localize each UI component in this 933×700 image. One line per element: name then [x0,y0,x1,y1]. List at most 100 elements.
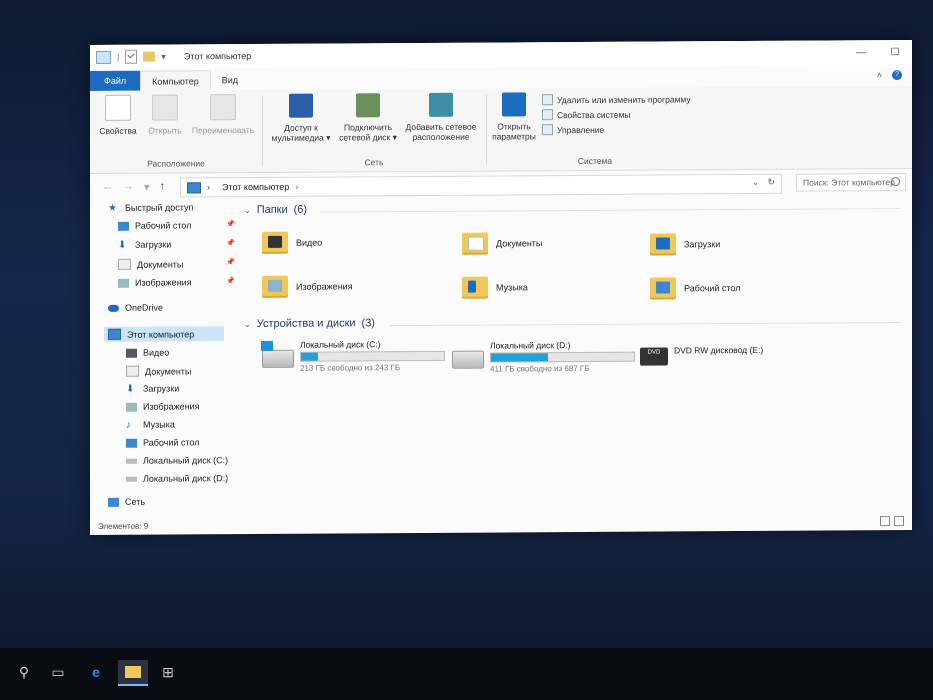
drives-section-header[interactable]: ⌄ Устройства и диски (3) [244,317,375,330]
breadcrumb-chevron-icon[interactable]: › [207,182,210,192]
computer-icon [108,328,121,340]
recent-dropdown-icon[interactable]: ▾ [144,181,150,194]
system-group-label: Система [577,155,613,167]
download-icon: ⬇ [118,239,127,251]
drive-c[interactable]: Локальный диск (C:) 213 ГБ свободно из 2… [261,339,445,373]
back-icon[interactable]: ← [102,181,113,194]
folder-videos[interactable]: Видео [262,231,322,254]
properties-icon [105,94,131,121]
large-icons-view-icon[interactable] [894,516,904,527]
breadcrumb-chevron-icon[interactable]: › [295,182,298,192]
maximize-button[interactable]: ☐ [878,40,912,64]
videos-icon [126,348,137,358]
explorer-window: | ▾ Этот компьютер — ☐ Файл Компьютер Ви… [90,39,912,535]
quick-access-toolbar: | ▾ [96,49,166,64]
drive-d[interactable]: Локальный диск (D:) 411 ГБ свободно из 6… [452,340,635,374]
nav-onedrive[interactable]: OneDrive [108,303,163,313]
nav-quick-downloads[interactable]: ⬇ Загрузки [118,239,171,251]
nav-pc-desktop[interactable]: Рабочий стол [126,437,200,448]
details-view-icon[interactable] [880,516,890,527]
open-button[interactable]: Открыть [144,94,186,136]
breadcrumb-this-pc[interactable]: Этот компьютер [222,182,289,192]
collapse-ribbon-icon[interactable]: ˄ [877,70,882,80]
forward-icon[interactable]: → [123,181,134,194]
new-folder-qat-icon[interactable] [143,51,156,62]
manage-button[interactable]: Управление [542,124,604,136]
nav-pc-pictures[interactable]: Изображения [126,401,200,412]
pin-icon[interactable]: 📌 [226,239,235,247]
store-icon[interactable]: ⊞ [157,660,179,684]
navigation-pane: ★ Быстрый доступ Рабочий стол 📌 ⬇ Загруз… [104,202,244,523]
nav-quick-documents[interactable]: Документы [118,258,183,270]
pictures-icon [118,278,129,288]
system-properties-icon [542,109,553,121]
windows-logo-icon [261,340,273,351]
task-view-icon[interactable]: ▭ [48,660,68,684]
drive-c-usage-bar [300,350,445,362]
documents-icon [126,365,139,377]
folders-section-header[interactable]: ⌄ Папки (6) [244,204,307,216]
tab-computer[interactable]: Компьютер [140,70,211,91]
open-settings-button[interactable]: Открыть параметры [490,92,538,142]
nav-pc-music[interactable]: ♪ Музыка [126,419,175,430]
minimize-button[interactable]: — [844,40,878,64]
folder-music[interactable]: Музыка [462,276,528,299]
refresh-icon[interactable]: ↻ [767,177,775,188]
folder-pictures[interactable]: Изображения [262,275,353,298]
media-access-button[interactable]: Доступ к мультимедиа ▾ [266,93,336,143]
network-drive-icon [356,93,380,118]
folder-icon [125,666,141,678]
map-drive-button[interactable]: Подключить сетевой диск ▾ [336,93,400,142]
address-dropdown-icon[interactable]: ⌄ [752,177,760,188]
pin-icon[interactable]: 📌 [226,220,235,228]
videos-folder-icon [262,231,288,254]
qat-dropdown-icon[interactable]: ▾ [161,51,166,62]
computer-icon [187,181,201,193]
add-network-location-button[interactable]: Добавить сетевое расположение [402,92,480,142]
edge-icon[interactable]: e [85,660,107,684]
content-pane: ⌄ Папки (6) Видео Документы Загрузки Изо… [240,196,908,520]
desktop-icon [126,438,137,448]
properties-qat-icon[interactable] [125,49,138,64]
properties-button[interactable]: Свойства [96,94,140,136]
pin-icon[interactable]: 📌 [226,277,235,285]
nav-quick-access[interactable]: ★ Быстрый доступ [108,202,193,213]
folder-desktop[interactable]: Рабочий стол [650,277,741,300]
address-bar[interactable]: › Этот компьютер › ⌄ ↻ [180,173,782,198]
computer-icon [96,50,111,64]
nav-pc-videos[interactable]: Видео [126,348,169,358]
drive-icon [126,476,137,482]
nav-quick-desktop[interactable]: Рабочий стол [118,220,192,231]
cloud-icon [108,304,119,312]
pin-icon[interactable]: 📌 [226,258,235,266]
drive-e-dvd[interactable]: DVD DVD RW дисковод (E:) [640,343,763,366]
nav-pc-drive-d[interactable]: Локальный диск (D:) [126,473,228,484]
search-icon[interactable]: ⚲ [14,660,34,684]
system-properties-button[interactable]: Свойства системы [542,109,630,121]
tab-file[interactable]: Файл [90,70,141,91]
help-icon[interactable]: ? [892,70,902,81]
taskbar: ⚲ ▭ e ⊞ [0,648,933,700]
download-icon: ⬇ [126,383,135,395]
up-icon[interactable]: ↑ [160,181,166,194]
gear-icon [502,92,526,117]
drive-c-usage-fill [301,352,319,361]
dvd-drive-icon: DVD [640,347,668,366]
nav-pc-downloads[interactable]: ⬇ Загрузки [126,383,179,395]
folder-documents[interactable]: Документы [462,232,542,255]
file-explorer-taskbar-icon[interactable] [118,660,148,686]
folder-downloads[interactable]: Загрузки [650,233,720,256]
uninstall-program-button[interactable]: Удалить или изменить программу [542,93,691,106]
location-group-label: Расположение [147,158,205,169]
nav-pc-documents[interactable]: Документы [126,365,191,377]
chevron-down-icon: ⌄ [244,319,251,329]
rename-button[interactable]: Переименовать [188,94,258,135]
nav-network[interactable]: Сеть [108,497,145,507]
pictures-folder-icon [262,275,288,298]
search-input[interactable]: Поиск: Этот компьютер [796,173,906,192]
tab-view[interactable]: Вид [211,70,249,90]
nav-pc-drive-c[interactable]: Локальный диск (C:) [126,455,228,466]
nav-quick-pictures[interactable]: Изображения [118,277,192,288]
nav-this-pc[interactable]: Этот компьютер [104,326,224,342]
network-location-icon [429,92,453,117]
